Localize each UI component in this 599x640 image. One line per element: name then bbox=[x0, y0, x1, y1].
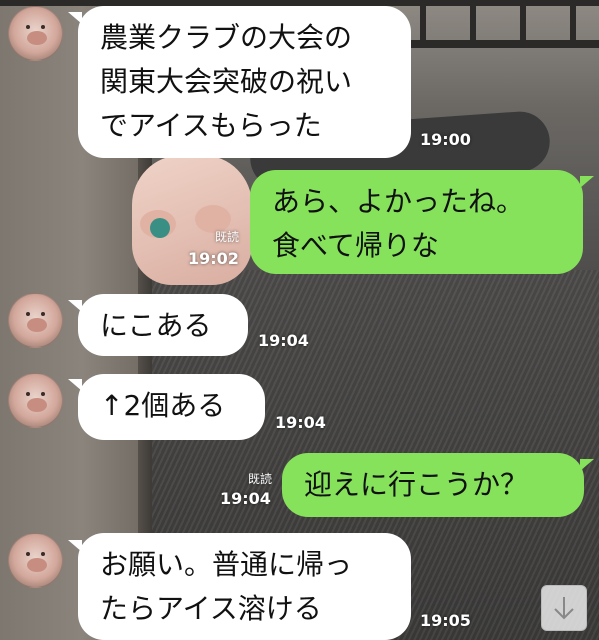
message-line: にこある bbox=[100, 309, 212, 342]
avatar-eye bbox=[41, 392, 45, 396]
message-time: 19:02 bbox=[188, 249, 239, 268]
message-line: あら、よかったね。 bbox=[272, 185, 525, 218]
message-bubble-incoming[interactable]: にこある bbox=[78, 294, 248, 356]
avatar-eye bbox=[41, 312, 45, 316]
background-bar bbox=[470, 0, 476, 48]
avatar-snout bbox=[27, 31, 47, 45]
arrow-down-icon bbox=[554, 597, 574, 620]
background-bar bbox=[520, 0, 526, 48]
message-line: 関東大会突破の祝い bbox=[100, 65, 353, 98]
message-line: 迎えに行こうか？ bbox=[304, 468, 529, 501]
read-receipt: 既読 bbox=[215, 230, 240, 244]
avatar-eye bbox=[26, 312, 30, 316]
scroll-to-bottom-button[interactable] bbox=[541, 585, 587, 631]
avatar[interactable] bbox=[8, 533, 63, 588]
background-ear-tag bbox=[150, 218, 170, 238]
avatar[interactable] bbox=[8, 373, 63, 428]
avatar-eye bbox=[41, 552, 45, 556]
background-bar bbox=[570, 0, 576, 48]
message-line: でアイスもらった bbox=[100, 109, 322, 142]
avatar-snout bbox=[27, 318, 47, 332]
avatar-snout bbox=[27, 558, 47, 572]
message-line: 食べて帰りな bbox=[272, 229, 439, 262]
message-time: 19:04 bbox=[258, 331, 309, 350]
avatar-eye bbox=[26, 392, 30, 396]
message-time: 19:05 bbox=[420, 611, 471, 630]
message-line: お願い。普通に帰っ bbox=[100, 548, 353, 581]
avatar[interactable] bbox=[8, 293, 63, 348]
avatar-eye bbox=[26, 25, 30, 29]
read-receipt: 既読 bbox=[248, 472, 273, 486]
avatar-eye bbox=[41, 25, 45, 29]
message-line: 農業クラブの大会の bbox=[100, 21, 353, 54]
message-time: 19:00 bbox=[420, 130, 471, 149]
avatar-snout bbox=[27, 398, 47, 412]
message-bubble-incoming[interactable]: 農業クラブの大会の 関東大会突破の祝い でアイスもらった bbox=[78, 6, 411, 158]
message-time: 19:04 bbox=[220, 489, 271, 508]
bubble-tail bbox=[580, 459, 594, 471]
avatar[interactable] bbox=[8, 6, 63, 61]
avatar-eye bbox=[26, 552, 30, 556]
message-line: たらアイス溶ける bbox=[100, 592, 322, 625]
message-time: 19:04 bbox=[275, 413, 326, 432]
message-line: ↑2個ある bbox=[100, 389, 226, 422]
message-bubble-incoming[interactable]: ↑2個ある bbox=[78, 374, 265, 440]
bubble-tail bbox=[580, 176, 594, 188]
message-bubble-outgoing[interactable]: あら、よかったね。 食べて帰りな bbox=[250, 170, 583, 274]
background-bar bbox=[420, 0, 426, 48]
message-bubble-outgoing[interactable]: 迎えに行こうか？ bbox=[282, 453, 584, 517]
message-bubble-incoming[interactable]: お願い。普通に帰っ たらアイス溶ける bbox=[78, 533, 411, 640]
